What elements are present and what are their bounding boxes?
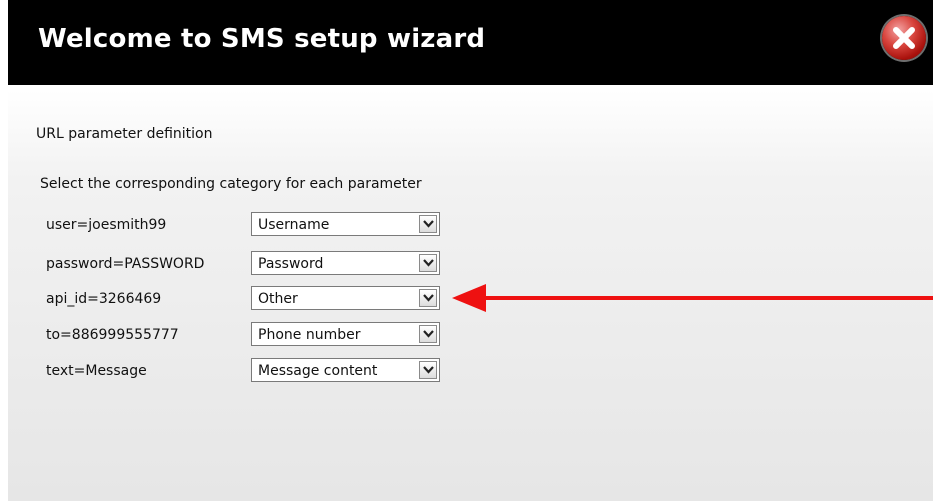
param-label: to=886999555777: [46, 327, 179, 343]
param-label: password=PASSWORD: [46, 256, 205, 272]
param-label: api_id=3266469: [46, 291, 162, 307]
param-label: user=joesmith99: [46, 217, 167, 233]
param-row-text: text=Message Message content: [8, 358, 468, 384]
category-select-user[interactable]: Username: [251, 212, 440, 236]
param-row-to: to=886999555777 Phone number: [8, 322, 468, 348]
select-value: Phone number: [258, 327, 361, 343]
select-value: Message content: [258, 363, 378, 379]
sms-setup-wizard-dialog: Welcome to SMS setup wizard URL paramete…: [8, 0, 933, 501]
red-arrow-left-icon: [452, 284, 933, 312]
select-value: Other: [258, 291, 298, 307]
param-row-password: password=PASSWORD Password: [8, 251, 468, 277]
category-select-to[interactable]: Phone number: [251, 322, 440, 346]
section-title: URL parameter definition: [36, 126, 213, 142]
param-row-user: user=joesmith99 Username: [8, 212, 468, 238]
dialog-title: Welcome to SMS setup wizard: [38, 24, 486, 54]
close-button[interactable]: [882, 16, 926, 60]
close-x-icon: [893, 27, 915, 49]
dropdown-arrow-icon[interactable]: [419, 215, 437, 233]
dropdown-arrow-icon[interactable]: [419, 325, 437, 343]
category-select-api-id[interactable]: Other: [251, 286, 440, 310]
dropdown-arrow-icon[interactable]: [419, 289, 437, 307]
instructions-text: Select the corresponding category for ea…: [40, 176, 422, 192]
param-row-api-id: api_id=3266469 Other: [8, 286, 468, 312]
dropdown-arrow-icon[interactable]: [419, 254, 437, 272]
select-value: Password: [258, 256, 324, 272]
dropdown-arrow-icon[interactable]: [419, 361, 437, 379]
category-select-text[interactable]: Message content: [251, 358, 440, 382]
dialog-titlebar: Welcome to SMS setup wizard: [8, 0, 933, 85]
select-value: Username: [258, 217, 330, 233]
category-select-password[interactable]: Password: [251, 251, 440, 275]
param-label: text=Message: [46, 363, 147, 379]
